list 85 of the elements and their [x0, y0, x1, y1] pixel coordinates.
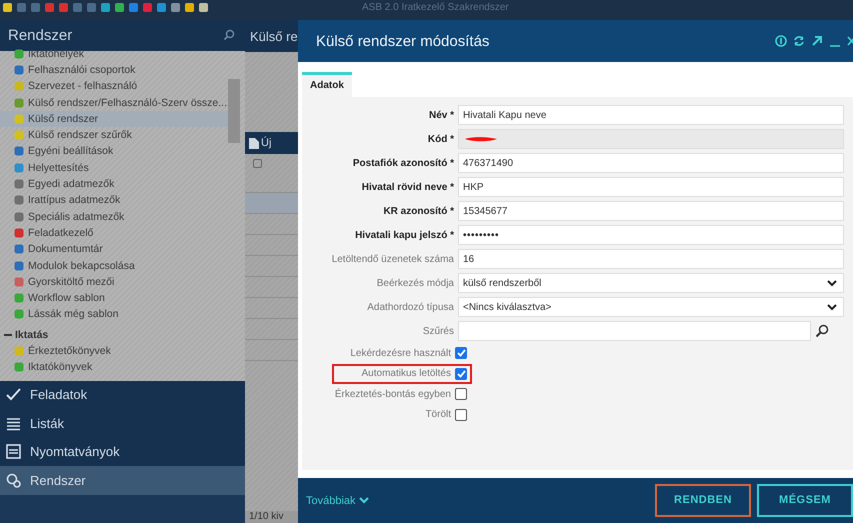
tree-item[interactable]: Iktatókönyvek — [28, 361, 92, 373]
search-icon[interactable] — [815, 324, 829, 338]
input-field[interactable]: 15345677 — [458, 201, 844, 221]
dialog-button[interactable]: MÉGSEM — [757, 484, 853, 516]
dropdown[interactable]: <Nincs kiválasztva> — [458, 297, 844, 317]
dialog-button[interactable]: RENDBEN — [655, 484, 751, 516]
tree-item[interactable]: Lássák még sablon — [28, 308, 118, 320]
input-field[interactable]: 476371490 — [458, 153, 844, 173]
tree-item[interactable]: Speciális adatmezők — [28, 210, 124, 223]
scrollbar-thumb[interactable] — [228, 78, 240, 143]
more-link[interactable]: Továbbiak — [306, 494, 369, 506]
checkbox[interactable] — [455, 347, 467, 360]
toolbar-icon[interactable] — [114, 2, 125, 13]
input-field[interactable]: 16 — [458, 249, 844, 269]
field-label: Beérkezés módja — [376, 278, 454, 288]
tree-item[interactable]: Érkeztetőkönyvek — [28, 344, 111, 357]
field-label: Letöltendő üzenetek száma — [330, 254, 454, 264]
input-field[interactable]: ••••••••• — [458, 225, 844, 245]
chevron-down-icon — [358, 497, 369, 504]
tab[interactable]: Adatok — [302, 72, 352, 97]
tree-item[interactable]: Egyedi adatmezők — [28, 178, 114, 190]
tree-item[interactable]: Felhasználói csoportok — [28, 64, 136, 76]
arrow-icon[interactable] — [811, 35, 823, 47]
input-field[interactable]: HKP — [458, 177, 844, 197]
nav-item[interactable]: Rendszer — [0, 466, 245, 494]
rings-icon — [5, 472, 22, 489]
field-label: Hivatal rövid neve * — [360, 182, 454, 192]
toolbar-icon[interactable] — [170, 2, 181, 13]
tree-item[interactable]: Gyorskitöltő mezői — [28, 276, 114, 288]
toolbar-icon[interactable] — [2, 2, 13, 13]
field-label: Hivatali kapu jelszó * — [354, 230, 454, 240]
sidebar-title: Rendszer — [8, 26, 72, 44]
new-button[interactable]: Új — [245, 132, 298, 154]
tree-item[interactable]: Szervezet - felhasználó — [28, 80, 138, 92]
field-label: Érkeztetés-bontás egyben — [334, 388, 451, 400]
checkbox[interactable] — [455, 388, 467, 400]
toolbar-icon[interactable] — [100, 2, 111, 13]
nav-item[interactable]: Nyomtatványok — [0, 438, 245, 466]
tree-item[interactable]: Külső rendszer szűrők — [28, 129, 132, 142]
checkbox[interactable] — [455, 408, 467, 421]
tree-item[interactable]: Egyéni beállítások — [28, 145, 114, 158]
toolbar-icon[interactable] — [128, 2, 139, 13]
refresh-icon[interactable] — [793, 35, 805, 47]
tree-item[interactable]: Iktatóhelyek — [28, 48, 84, 60]
row-checkbox[interactable] — [253, 158, 262, 168]
field-label: Név * — [428, 110, 454, 120]
field-label: KR azonosító * — [382, 206, 454, 216]
tree-item[interactable]: Workflow sablon — [28, 292, 105, 304]
dialog-title: Külső rendszer módosítás — [316, 32, 490, 50]
tree-group-label[interactable]: Iktatás — [15, 328, 48, 341]
nav-item[interactable]: Feladatok — [0, 380, 245, 409]
dropdown[interactable]: külső rendszerből — [458, 273, 844, 293]
tree-item[interactable]: Dokumentumtár — [28, 243, 103, 256]
panel-title: Külső re — [250, 28, 298, 44]
field-label: Adathordozó típusa — [366, 302, 454, 312]
field-label: Automatikus letöltés — [360, 368, 451, 380]
page-count: 1/10 kiv — [248, 511, 284, 523]
app-title: ASB 2.0 Iratkezelő Szakrendszer — [362, 2, 509, 14]
close-icon[interactable] — [847, 35, 853, 47]
nav-item[interactable]: Listák — [0, 409, 245, 438]
field-label: Lekérdezésre használt — [349, 348, 451, 359]
tree-item[interactable]: Modulok bekapcsolása — [28, 260, 135, 272]
input-field[interactable] — [458, 321, 811, 341]
redaction-mark — [463, 135, 499, 143]
tree-item[interactable]: Külső rendszer/Felhasználó-Szerv össze... — [28, 96, 228, 109]
input-field[interactable]: Hivatali Kapu neve — [458, 105, 844, 125]
field-label: Szűrés — [422, 326, 454, 336]
tree-item[interactable]: Irattípus adatmezők — [28, 194, 120, 206]
tree-item-highlight[interactable]: Külső rendszer — [0, 110, 228, 127]
document-icon — [249, 138, 259, 148]
toolbar-icon[interactable] — [198, 2, 209, 13]
table-row — [245, 193, 298, 214]
info-icon[interactable] — [775, 35, 787, 47]
toolbar-icon[interactable] — [184, 2, 195, 13]
tree-item[interactable]: Helyettesítés — [28, 162, 89, 174]
field-label: Törölt — [424, 409, 451, 420]
chevron-down-icon — [827, 304, 837, 310]
toolbar-icon[interactable] — [156, 2, 167, 13]
chevron-down-icon — [827, 280, 837, 286]
field-label: Postafiók azonosító * — [352, 158, 454, 168]
checkbox[interactable] — [455, 368, 467, 380]
field-label: Kód * — [426, 134, 454, 144]
tree-item[interactable]: Feladatkezelő — [28, 226, 94, 239]
tree-item[interactable]: Külső rendszer — [28, 112, 98, 125]
form-icon — [5, 443, 22, 460]
